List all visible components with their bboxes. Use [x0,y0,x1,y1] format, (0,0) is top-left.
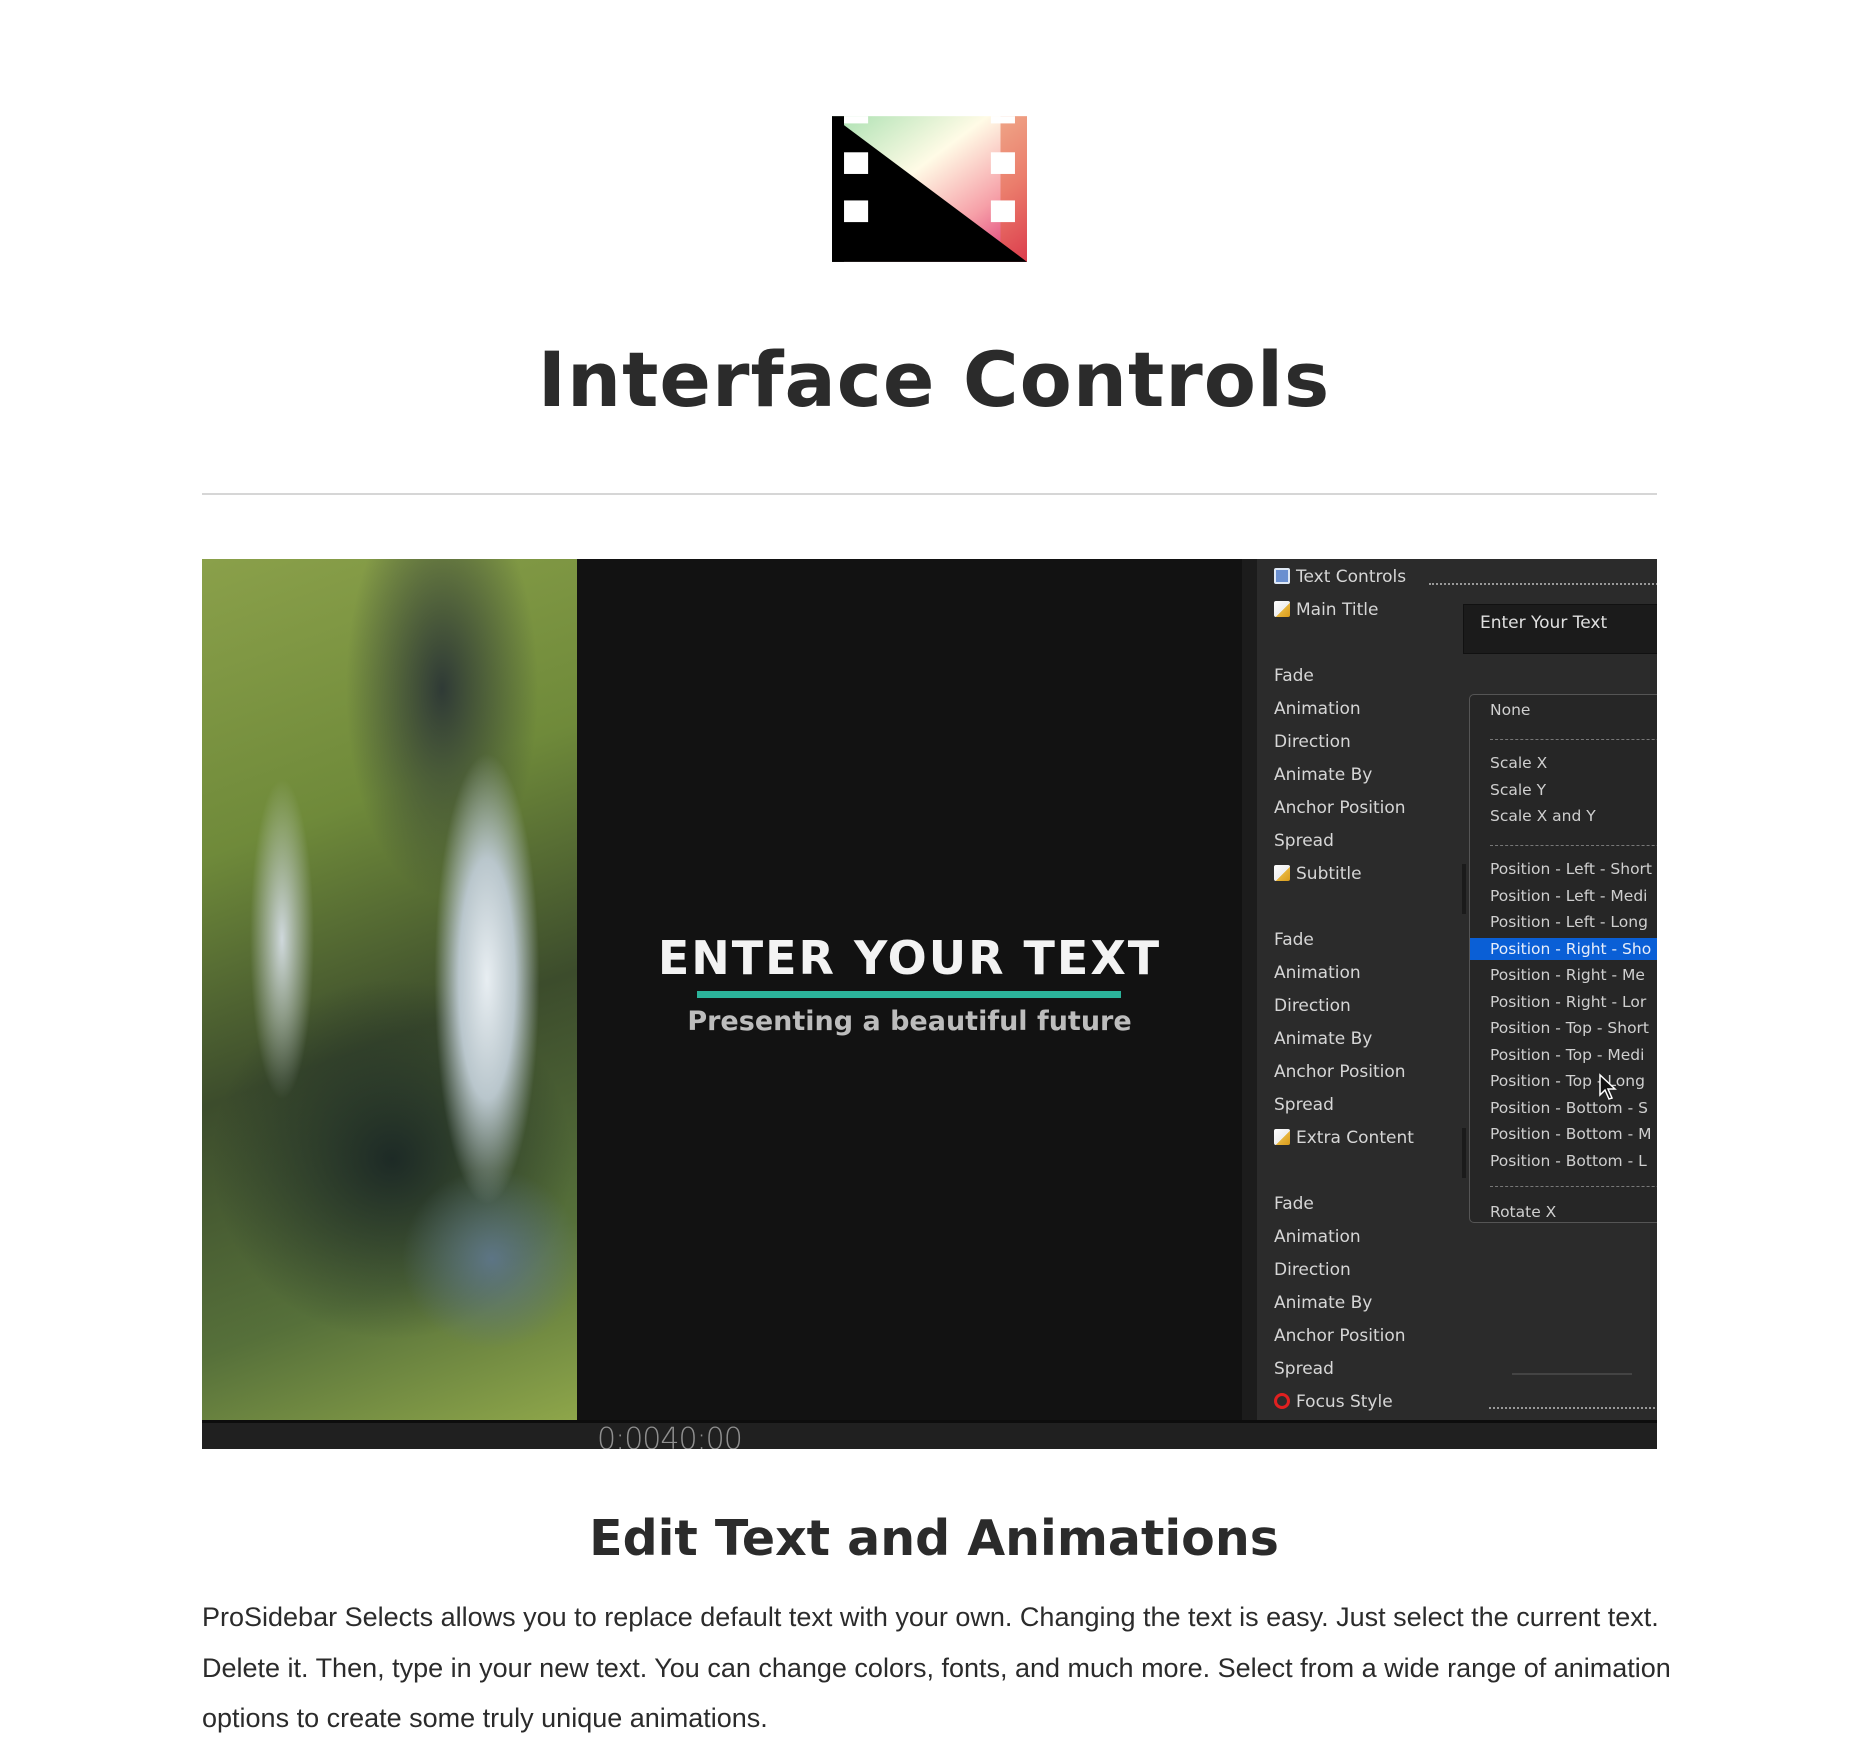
menu-separator [1490,1186,1657,1187]
app-screenshot: ENTER YOUR TEXT Presenting a beautiful f… [202,559,1657,1449]
menu-item[interactable]: Position - Top - Short [1470,1017,1657,1039]
param-fade[interactable]: Fade [1274,666,1314,686]
note-icon [1274,865,1290,881]
param-animate-by[interactable]: Animate By [1274,765,1372,785]
param-direction[interactable]: Direction [1274,996,1351,1016]
checkbox-icon[interactable] [1274,568,1290,584]
note-icon [1274,601,1290,617]
divider [202,493,1657,495]
param-anchor-position[interactable]: Anchor Position [1274,1326,1406,1346]
mouse-cursor-icon [1599,1073,1617,1100]
subtitle-input[interactable] [1462,864,1466,914]
focus-style-label: Focus Style [1274,1392,1393,1412]
menu-item[interactable]: Scale X and Y [1470,805,1657,827]
dotted-leader [1429,583,1657,585]
menu-item[interactable]: Scale X [1470,752,1657,774]
video-subtitle-text: Presenting a beautiful future [687,1006,1132,1037]
label: Subtitle [1296,864,1362,884]
title-underline-bar [697,991,1121,998]
menu-item[interactable]: Position - Bottom - S [1470,1097,1657,1119]
menu-item[interactable]: Position - Bottom - M [1470,1123,1657,1145]
label: Extra Content [1296,1128,1414,1148]
timeline-bar[interactable]: 0:0040:00 [202,1420,1657,1449]
main-title-label: Main Title [1274,600,1378,620]
param-direction[interactable]: Direction [1274,732,1351,752]
waterfall-image [202,559,577,1420]
param-direction[interactable]: Direction [1274,1260,1351,1280]
spread-slider-track[interactable] [1512,1373,1632,1375]
dotted-leader [1489,1407,1657,1409]
param-spread[interactable]: Spread [1274,831,1334,851]
param-animate-by[interactable]: Animate By [1274,1293,1372,1313]
section-heading: Edit Text and Animations [589,1510,1279,1567]
inspector-panel: Text Controls Main Title Enter Your Text… [1257,559,1657,1420]
param-animation[interactable]: Animation [1274,963,1361,983]
param-animation[interactable]: Animation [1274,1227,1361,1247]
menu-item[interactable]: Position - Left - Long [1470,911,1657,933]
param-fade[interactable]: Fade [1274,1194,1314,1214]
label: Focus Style [1296,1392,1393,1412]
page-title: Interface Controls [537,335,1331,424]
menu-separator [1490,739,1657,740]
main-title-input[interactable]: Enter Your Text [1463,604,1657,654]
note-icon [1274,1129,1290,1145]
description-paragraph: ProSidebar Selects allows you to replace… [202,1602,1671,1733]
menu-item[interactable]: Position - Left - Medi [1470,885,1657,907]
menu-item[interactable]: Position - Left - Short [1470,858,1657,880]
param-spread[interactable]: Spread [1274,1359,1334,1379]
menu-item[interactable]: Scale Y [1470,779,1657,801]
label: Main Title [1296,600,1379,620]
animation-dropdown-menu[interactable]: None Scale X Scale Y Scale X and Y Posit… [1469,694,1657,1223]
app-logo [832,116,1027,262]
video-preview: ENTER YOUR TEXT Presenting a beautiful f… [577,559,1242,1420]
text-controls-header[interactable]: Text Controls [1274,567,1406,587]
subtitle-label: Subtitle [1274,864,1362,884]
menu-item[interactable]: Position - Top - Medi [1470,1044,1657,1066]
extra-content-input[interactable] [1462,1128,1466,1178]
menu-separator [1490,845,1657,846]
menu-item-selected[interactable]: Position - Right - Sho [1470,937,1657,960]
header-label: Text Controls [1296,567,1407,587]
menu-item[interactable]: Rotate X [1470,1201,1657,1222]
param-anchor-position[interactable]: Anchor Position [1274,1062,1406,1082]
video-title-text: ENTER YOUR TEXT [657,931,1162,985]
menu-item[interactable]: Position - Bottom - L [1470,1150,1657,1172]
menu-item[interactable]: Position - Right - Lor [1470,991,1657,1013]
menu-item[interactable]: None [1470,699,1657,721]
panel-divider [1242,559,1257,1420]
timecode-display: 0:0040:00 [597,1422,743,1450]
param-spread[interactable]: Spread [1274,1095,1334,1115]
param-animation[interactable]: Animation [1274,699,1361,719]
menu-item[interactable]: Position - Top - Long [1470,1070,1657,1092]
menu-item[interactable]: Position - Right - Me [1470,964,1657,986]
focus-ring-icon [1274,1393,1290,1409]
param-anchor-position[interactable]: Anchor Position [1274,798,1406,818]
param-animate-by[interactable]: Animate By [1274,1029,1372,1049]
extra-content-label: Extra Content [1274,1128,1414,1148]
param-fade[interactable]: Fade [1274,930,1314,950]
